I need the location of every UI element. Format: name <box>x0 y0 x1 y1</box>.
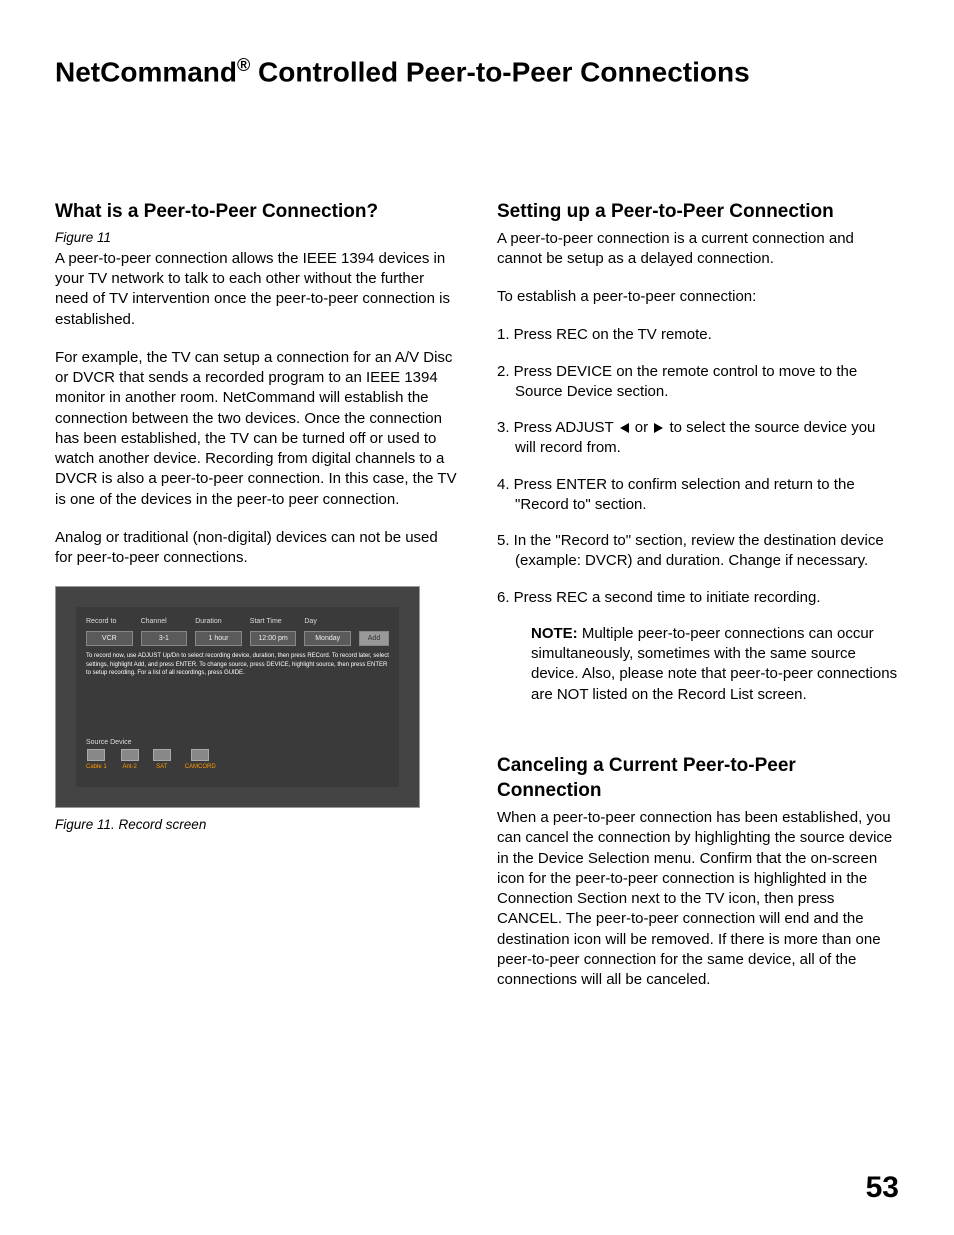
note-label: NOTE: <box>531 625 578 642</box>
device-caption: CAMCORD <box>185 763 216 771</box>
fig-add: Add <box>359 631 389 646</box>
right-heading-1: Setting up a Peer-to-Peer Connection <box>497 199 899 225</box>
step-4: 4. Press ENTER to confirm selection and … <box>497 475 899 516</box>
figure-devices: Source Device Cable 1 Ant-2 SAT CAMCORD <box>86 738 389 772</box>
figure-devices-label: Source Device <box>86 738 389 747</box>
device-caption: SAT <box>156 763 167 771</box>
fig-hdr: Day <box>304 617 351 626</box>
fig-val: VCR <box>86 631 133 646</box>
page-title: NetCommand® Controlled Peer-to-Peer Conn… <box>55 55 899 89</box>
content-columns: What is a Peer-to-Peer Connection? Figur… <box>55 199 899 1008</box>
fig-hdr: Channel <box>141 617 188 626</box>
fig-hdr-spacer <box>359 617 389 626</box>
fig-val: 12:00 pm <box>250 631 297 646</box>
step-3-or: or <box>631 419 653 436</box>
title-prefix: NetCommand <box>55 56 237 87</box>
arrow-right-icon <box>654 423 663 433</box>
left-heading: What is a Peer-to-Peer Connection? <box>55 199 457 225</box>
fig-val: 3-1 <box>141 631 188 646</box>
figure-caption: Figure 11. Record screen <box>55 816 457 834</box>
figure-value-row: VCR 3-1 1 hour 12:00 pm Monday Add <box>86 631 389 646</box>
fig-val: Monday <box>304 631 351 646</box>
device-caption: Cable 1 <box>86 763 107 771</box>
right-column: Setting up a Peer-to-Peer Connection A p… <box>497 199 899 1008</box>
right-para-3: When a peer-to-peer connection has been … <box>497 808 899 990</box>
left-para-3: Analog or traditional (non-digital) devi… <box>55 528 457 569</box>
note-body: Multiple peer-to-peer connections can oc… <box>531 625 897 703</box>
fig-hdr: Record to <box>86 617 133 626</box>
fig-hdr: Duration <box>195 617 242 626</box>
left-column: What is a Peer-to-Peer Connection? Figur… <box>55 199 457 1008</box>
step-1: 1. Press REC on the TV remote. <box>497 325 899 345</box>
fig-hdr: Start Time <box>250 617 297 626</box>
step-6: 6. Press REC a second time to initiate r… <box>497 588 899 608</box>
fig-device: Cable 1 <box>86 749 107 771</box>
right-para-2: To establish a peer-to-peer connection: <box>497 287 899 307</box>
steps-list: 1. Press REC on the TV remote. 2. Press … <box>497 325 899 608</box>
fig-val: 1 hour <box>195 631 242 646</box>
figure-inner: Record to Channel Duration Start Time Da… <box>76 607 399 787</box>
device-icon <box>153 749 171 761</box>
figure-note-text: To record now, use ADJUST Up/Dn to selec… <box>86 652 389 677</box>
arrow-left-icon <box>620 423 629 433</box>
figure-header-row: Record to Channel Duration Start Time Da… <box>86 617 389 626</box>
record-screen-figure: Record to Channel Duration Start Time Da… <box>55 586 420 808</box>
device-icon <box>87 749 105 761</box>
device-icon <box>191 749 209 761</box>
note-block: NOTE: Multiple peer-to-peer connections … <box>497 624 899 705</box>
fig-device: SAT <box>153 749 171 771</box>
step-5: 5. In the "Record to" section, review th… <box>497 531 899 572</box>
left-para-2: For example, the TV can setup a connecti… <box>55 348 457 510</box>
device-icon <box>121 749 139 761</box>
right-para-1: A peer-to-peer connection is a current c… <box>497 229 899 270</box>
registered-symbol: ® <box>237 55 250 75</box>
step-2: 2. Press DEVICE on the remote control to… <box>497 362 899 403</box>
step-3: 3. Press ADJUST or to select the source … <box>497 418 899 459</box>
fig-device: Ant-2 <box>121 749 139 771</box>
figure-devices-row: Cable 1 Ant-2 SAT CAMCORD <box>86 749 389 771</box>
fig-device: CAMCORD <box>185 749 216 771</box>
page-number: 53 <box>866 1171 899 1205</box>
device-caption: Ant-2 <box>123 763 137 771</box>
right-heading-2: Canceling a Current Peer-to-Peer Connect… <box>497 753 899 804</box>
step-3a: 3. Press ADJUST <box>497 419 618 436</box>
left-para-1: A peer-to-peer connection allows the IEE… <box>55 249 457 330</box>
title-suffix: Controlled Peer-to-Peer Connections <box>250 56 749 87</box>
figure-reference: Figure 11 <box>55 229 457 247</box>
